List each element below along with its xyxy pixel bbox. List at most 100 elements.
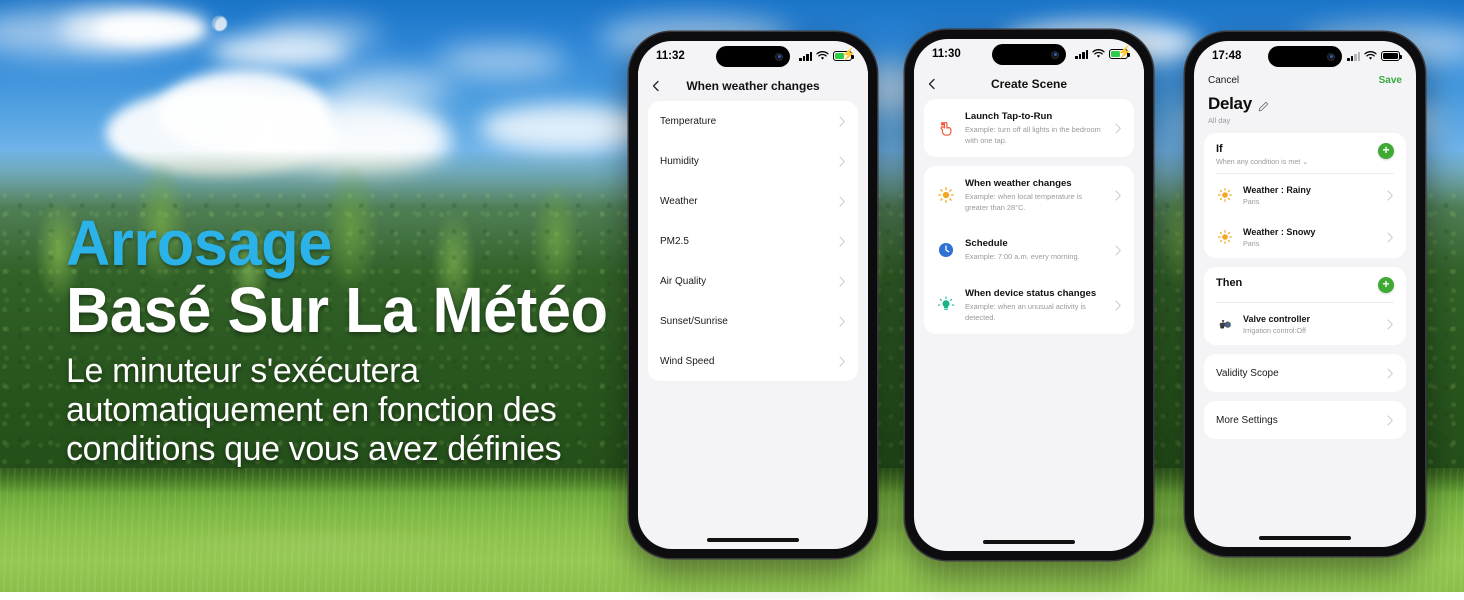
phone2-screen: 11:30 ⚡ Create Scene Launch Tap-to-Run E… (914, 39, 1144, 551)
list-item-label: Air Quality (660, 275, 707, 287)
list-item-weather[interactable]: Weather (648, 181, 858, 221)
condition-location: Paris (1243, 196, 1260, 206)
add-action-button[interactable]: + (1378, 277, 1394, 293)
scene-title: Launch Tap-to-Run (965, 111, 1053, 122)
condition-text: Weather : Snowy Paris (1243, 226, 1378, 249)
phone2-nav-bar: Create Scene (914, 69, 1144, 99)
status-time: 11:30 (932, 48, 961, 60)
front-camera-icon (1327, 52, 1335, 61)
action-row-valve-controller[interactable]: Valve controller Irrigation control:Off (1204, 303, 1406, 345)
scene-text: When device status changes Example: when… (965, 287, 1106, 323)
list-item-label: Humidity (660, 155, 699, 167)
page-title: Create Scene (990, 77, 1068, 91)
phone2-status-bar: 11:30 ⚡ (914, 39, 1144, 69)
scene-text: Schedule Example: 7:00 a.m. every mornin… (965, 237, 1106, 263)
signal-bars-icon (1075, 49, 1088, 59)
more-settings-label: More Settings (1216, 414, 1278, 426)
clock-icon (936, 240, 956, 260)
scene-description: Example: turn off all lights in the bedr… (965, 125, 1101, 145)
scene-name-row[interactable]: Delay (1208, 94, 1402, 114)
chevron-right-icon (839, 155, 846, 167)
more-settings-card: More Settings (1204, 401, 1406, 439)
scene-header: Delay All day (1194, 88, 1416, 133)
wifi-icon (1092, 49, 1105, 58)
phone3-status-bar: 17:48 (1194, 41, 1416, 71)
then-section-title: Then (1216, 277, 1243, 289)
chevron-right-icon (1387, 414, 1394, 426)
front-camera-icon (775, 52, 783, 61)
cloud-shape (436, 46, 566, 76)
condition-mode-dropdown[interactable]: When any condition is met ⌄ (1216, 157, 1308, 166)
phone1-screen: 11:32 ⚡ When weather changes Temperature… (638, 41, 868, 549)
chevron-right-icon (839, 275, 846, 287)
status-icons: ⚡ (799, 48, 856, 61)
if-section-title: If (1216, 143, 1223, 155)
weather-condition-list: Temperature Humidity Weather PM2.5 Air Q… (648, 101, 858, 381)
pencil-icon[interactable] (1258, 99, 1269, 111)
validity-scope-row[interactable]: Validity Scope (1204, 354, 1406, 392)
battery-full-icon (1381, 51, 1402, 61)
scene-title: When weather changes (965, 178, 1072, 189)
phone3-top-bar: Cancel Save (1194, 71, 1416, 88)
scene-option-schedule[interactable]: Schedule Example: 7:00 a.m. every mornin… (924, 224, 1134, 276)
chevron-right-icon (839, 235, 846, 247)
more-settings-row[interactable]: More Settings (1204, 401, 1406, 439)
condition-title: Weather : Rainy (1243, 184, 1311, 195)
validity-scope-card: Validity Scope (1204, 354, 1406, 392)
headline-line-2: Basé Sur La Météo (66, 274, 608, 346)
scene-option-when-weather-changes[interactable]: When weather changes Example: when local… (924, 166, 1134, 224)
list-item-humidity[interactable]: Humidity (648, 141, 858, 181)
battery-charging-icon: ⚡ (1109, 46, 1132, 59)
home-indicator (983, 540, 1075, 544)
phone2-content: Launch Tap-to-Run Example: turn off all … (914, 99, 1144, 334)
chevron-right-icon (1115, 299, 1122, 311)
save-button[interactable]: Save (1379, 75, 1402, 86)
bulb-icon (936, 295, 956, 315)
chevron-right-icon (1387, 367, 1394, 379)
sun-icon (936, 185, 956, 205)
list-item-air-quality[interactable]: Air Quality (648, 261, 858, 301)
headline-block: Arrosage Basé Sur La Météo Le minuteur s… (66, 211, 626, 469)
dynamic-island (992, 44, 1066, 65)
back-chevron-icon[interactable] (650, 80, 662, 92)
list-item-label: Temperature (660, 115, 717, 127)
scene-subtitle: All day (1208, 116, 1231, 125)
chevron-right-icon (1115, 122, 1122, 134)
cancel-button[interactable]: Cancel (1208, 75, 1239, 86)
phone-mockup-weather-conditions: 11:32 ⚡ When weather changes Temperature… (629, 32, 877, 558)
list-item-pm25[interactable]: PM2.5 (648, 221, 858, 261)
list-item-sunset-sunrise[interactable]: Sunset/Sunrise (648, 301, 858, 341)
cloud-shape (95, 14, 205, 44)
scene-description: Example: when local temperature is great… (965, 192, 1083, 212)
if-section-card: If When any condition is met ⌄ + Weather… (1204, 133, 1406, 258)
phone1-nav-bar: When weather changes (638, 71, 868, 101)
poster-canvas: Arrosage Basé Sur La Météo Le minuteur s… (0, 0, 1464, 600)
add-condition-button[interactable]: + (1378, 143, 1394, 159)
then-section-header: Then + (1204, 267, 1406, 302)
list-item-label: Sunset/Sunrise (660, 315, 728, 327)
action-status: Irrigation control:Off (1243, 325, 1306, 335)
list-item-label: Weather (660, 195, 698, 207)
scene-option-device-status[interactable]: When device status changes Example: when… (924, 276, 1134, 334)
chevron-right-icon (839, 355, 846, 367)
chevron-right-icon (1115, 189, 1122, 201)
status-icons: ⚡ (1075, 46, 1132, 59)
condition-row-weather-snowy[interactable]: Weather : Snowy Paris (1204, 216, 1406, 258)
list-item-temperature[interactable]: Temperature (648, 101, 858, 141)
condition-row-weather-rainy[interactable]: Weather : Rainy Paris (1204, 174, 1406, 216)
chevron-right-icon (1387, 318, 1394, 330)
front-camera-icon (1051, 50, 1059, 59)
home-indicator (707, 538, 799, 542)
phone1-content: Temperature Humidity Weather PM2.5 Air Q… (638, 101, 868, 381)
list-item-wind-speed[interactable]: Wind Speed (648, 341, 858, 381)
phone3-screen: 17:48 Cancel Save Delay All day If When … (1194, 41, 1416, 547)
chevron-right-icon (839, 195, 846, 207)
scene-name: Delay (1208, 94, 1252, 113)
scene-title: Schedule (965, 238, 1008, 250)
scene-option-tap-to-run[interactable]: Launch Tap-to-Run Example: turn off all … (924, 99, 1134, 157)
back-chevron-icon[interactable] (926, 78, 938, 90)
list-item-label: PM2.5 (660, 235, 689, 247)
action-text: Valve controller Irrigation control:Off (1243, 313, 1378, 336)
condition-title: Weather : Snowy (1243, 226, 1316, 237)
if-section-header: If When any condition is met ⌄ + (1204, 133, 1406, 173)
